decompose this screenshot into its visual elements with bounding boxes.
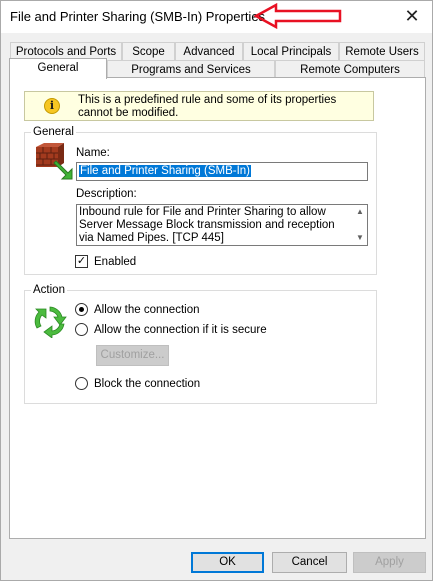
name-field-value: File and Printer Sharing (SMB-In) [79, 165, 252, 177]
ok-button[interactable]: OK [191, 552, 264, 573]
properties-dialog: File and Printer Sharing (SMB-In) Proper… [0, 0, 433, 581]
allow-connection-label: Allow the connection [94, 304, 200, 316]
enabled-checkbox[interactable]: ✓ [75, 255, 88, 268]
tab-remote-users[interactable]: Remote Users [339, 42, 425, 60]
action-group-label: Action [31, 283, 67, 297]
tab-remote-computers[interactable]: Remote Computers [275, 60, 425, 78]
scroll-up-icon[interactable]: ▲ [354, 206, 366, 218]
allow-connection-radio[interactable] [75, 303, 88, 316]
action-cycle-icon [34, 306, 67, 338]
tab-scope[interactable]: Scope [122, 42, 175, 60]
allow-secure-radio[interactable] [75, 323, 88, 336]
name-label: Name: [76, 147, 110, 159]
description-field[interactable]: Inbound rule for File and Printer Sharin… [76, 204, 368, 246]
window-title: File and Printer Sharing (SMB-In) Proper… [10, 9, 266, 24]
block-connection-radio[interactable] [75, 377, 88, 390]
tab-general[interactable]: General [9, 58, 107, 79]
tab-programs-and-services[interactable]: Programs and Services [107, 60, 275, 78]
block-connection-label: Block the connection [94, 378, 201, 390]
cancel-button[interactable]: Cancel [272, 552, 347, 573]
firewall-rule-icon [36, 143, 73, 180]
name-field[interactable]: File and Printer Sharing (SMB-In) [76, 162, 368, 181]
apply-button[interactable]: Apply [353, 552, 426, 573]
general-group-label: General [31, 125, 76, 139]
enabled-label: Enabled [94, 256, 137, 268]
description-label: Description: [76, 188, 137, 200]
scroll-down-icon[interactable]: ▼ [354, 232, 366, 244]
tab-advanced[interactable]: Advanced [175, 42, 243, 60]
allow-secure-label: Allow the connection if it is secure [94, 324, 267, 336]
description-text: Inbound rule for File and Printer Sharin… [79, 206, 335, 244]
red-arrow-icon [254, 3, 342, 29]
info-text: This is a predefined rule and some of it… [78, 94, 337, 119]
customize-button[interactable]: Customize... [96, 345, 169, 366]
tab-local-principals[interactable]: Local Principals [243, 42, 339, 60]
title-bar[interactable]: File and Printer Sharing (SMB-In) Proper… [1, 1, 432, 33]
info-banner: i This is a predefined rule and some of … [24, 91, 374, 121]
close-button[interactable]: ✕ [392, 1, 432, 33]
info-icon: i [44, 98, 60, 114]
